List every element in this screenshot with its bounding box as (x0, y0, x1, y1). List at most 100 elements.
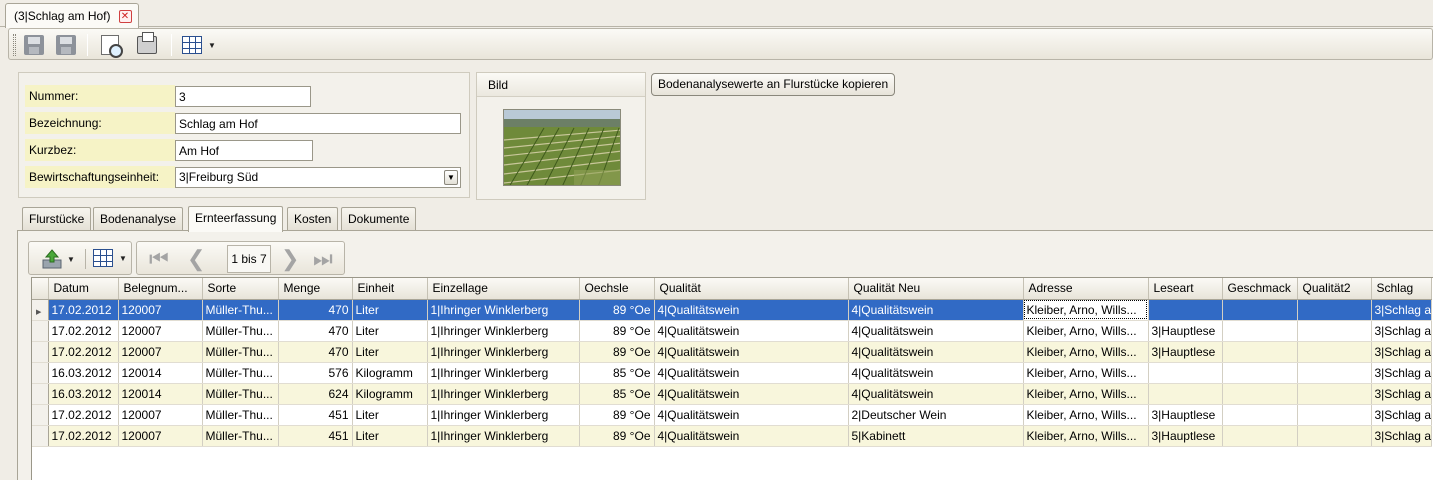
table-cell[interactable] (1297, 404, 1372, 426)
tab-bodenanalyse[interactable]: Bodenanalyse (93, 207, 184, 231)
row-selector[interactable] (32, 404, 49, 426)
bewirtschaftung-select[interactable]: 3|Freiburg Süd ▼ (175, 167, 461, 188)
table-cell[interactable]: 1|Ihringer Winklerberg (427, 404, 580, 426)
table-cell[interactable]: 89 °Oe (579, 404, 655, 426)
table-cell[interactable]: Kleiber, Arno, Wills... (1023, 404, 1149, 426)
table-row[interactable]: 17.02.2012 120007 Müller-Thu... 470 Liter 1|I… (32, 320, 1432, 342)
table-cell[interactable]: Müller-Thu... (202, 404, 279, 426)
first-page-icon[interactable]: ⏮ (149, 248, 169, 270)
column-header[interactable]: Oechsle (579, 278, 655, 300)
table-cell[interactable]: Kilogramm (352, 383, 428, 405)
print-preview-button[interactable] (97, 32, 123, 58)
table-row[interactable]: 17.02.2012 120007 Müller-Thu... 470 Liter 1|I… (32, 341, 1432, 363)
table-cell[interactable]: 3|Hauptlese (1148, 404, 1223, 426)
table-cell[interactable]: Liter (352, 320, 428, 342)
table-cell[interactable]: Müller-Thu... (202, 320, 279, 342)
table-cell[interactable] (1148, 362, 1223, 384)
table-cell[interactable]: 4|Qualitätswein (654, 341, 849, 363)
table-cell[interactable]: Kleiber, Arno, Wills... (1023, 425, 1149, 447)
nummer-input[interactable] (175, 86, 311, 107)
table-cell[interactable]: 3|Hauptlese (1148, 341, 1223, 363)
table-cell[interactable]: 3|Hauptlese (1148, 320, 1223, 342)
table-cell[interactable]: 3|Schlag a (1371, 404, 1432, 426)
table-cell[interactable]: 470 (278, 341, 353, 363)
row-selector[interactable] (32, 341, 49, 363)
vineyard-photo[interactable] (503, 109, 621, 186)
table-cell[interactable]: 1|Ihringer Winklerberg (427, 383, 580, 405)
table-cell[interactable]: 470 (278, 299, 353, 321)
table-cell[interactable]: 4|Qualitätswein (848, 341, 1024, 363)
row-selector[interactable] (32, 362, 49, 384)
column-header[interactable]: Belegnum... (118, 278, 203, 300)
table-row[interactable]: ▶ 17.02.2012 120007 Müller-Thu... 470 Liter 1|… (32, 299, 1432, 321)
table-cell[interactable]: 4|Qualitätswein (654, 299, 849, 321)
table-cell[interactable] (1297, 341, 1372, 363)
table-cell[interactable]: 17.02.2012 (48, 404, 119, 426)
copy-soil-values-button[interactable]: Bodenanalysewerte an Flurstücke kopieren (651, 73, 896, 96)
save-button[interactable] (53, 32, 79, 58)
table-cell[interactable]: 16.03.2012 (48, 362, 119, 384)
table-cell[interactable]: Müller-Thu... (202, 341, 279, 363)
column-header[interactable]: Qualität Neu (848, 278, 1024, 300)
table-cell[interactable]: 120007 (118, 299, 203, 321)
table-cell[interactable]: 576 (278, 362, 353, 384)
column-header[interactable]: Datum (48, 278, 119, 300)
table-cell[interactable]: 89 °Oe (579, 299, 655, 321)
row-selector-header[interactable] (32, 278, 49, 300)
table-row[interactable]: 16.03.2012 120014 Müller-Thu... 576 Kilogram… (32, 362, 1432, 384)
table-cell[interactable]: Kilogramm (352, 362, 428, 384)
table-cell[interactable]: 120007 (118, 341, 203, 363)
table-cell[interactable] (1222, 383, 1298, 405)
table-cell[interactable]: 1|Ihringer Winklerberg (427, 362, 580, 384)
save-close-button[interactable] (21, 32, 47, 58)
tab-dokumente[interactable]: Dokumente (341, 207, 417, 231)
table-cell[interactable]: Liter (352, 404, 428, 426)
table-cell[interactable]: 1|Ihringer Winklerberg (427, 320, 580, 342)
table-cell[interactable]: 470 (278, 320, 353, 342)
table-cell[interactable]: Liter (352, 425, 428, 447)
table-cell[interactable]: 85 °Oe (579, 383, 655, 405)
table-cell[interactable]: 4|Qualitätswein (654, 362, 849, 384)
table-cell[interactable]: Müller-Thu... (202, 383, 279, 405)
table-cell[interactable]: 120014 (118, 362, 203, 384)
column-header[interactable]: Menge (278, 278, 353, 300)
row-selector[interactable] (32, 383, 49, 405)
table-cell[interactable]: 3|Schlag a (1371, 383, 1432, 405)
table-cell[interactable]: 451 (278, 425, 353, 447)
bezeichnung-input[interactable] (175, 113, 461, 134)
table-cell[interactable]: 4|Qualitätswein (848, 299, 1024, 321)
table-cell[interactable] (1297, 362, 1372, 384)
table-cell[interactable]: 4|Qualitätswein (848, 362, 1024, 384)
table-cell[interactable]: 17.02.2012 (48, 341, 119, 363)
table-cell[interactable]: 3|Schlag a (1371, 341, 1432, 363)
row-selector[interactable] (32, 320, 49, 342)
table-cell[interactable]: 5|Kabinett (848, 425, 1024, 447)
column-header[interactable]: Geschmack (1222, 278, 1298, 300)
table-cell[interactable]: 120007 (118, 425, 203, 447)
table-cell[interactable]: 17.02.2012 (48, 320, 119, 342)
column-header[interactable]: Qualität (654, 278, 849, 300)
table-cell[interactable]: 17.02.2012 (48, 299, 119, 321)
next-page-icon[interactable]: ❯ (281, 248, 299, 270)
table-cell[interactable]: 17.02.2012 (48, 425, 119, 447)
export-dropdown[interactable]: ▼ (41, 248, 75, 270)
column-header[interactable]: Leseart (1148, 278, 1223, 300)
tab-kosten[interactable]: Kosten (287, 207, 339, 231)
row-selector[interactable]: ▶ (32, 299, 49, 321)
table-cell[interactable]: Kleiber, Arno, Wills... (1023, 383, 1149, 405)
table-row[interactable]: 16.03.2012 120014 Müller-Thu... 624 Kilogram… (32, 383, 1432, 405)
table-cell[interactable]: Müller-Thu... (202, 425, 279, 447)
table-cell[interactable]: Kleiber, Arno, Wills... (1023, 320, 1149, 342)
table-cell[interactable]: 1|Ihringer Winklerberg (427, 425, 580, 447)
column-header[interactable]: Qualität2 (1297, 278, 1372, 300)
table-cell[interactable]: 85 °Oe (579, 362, 655, 384)
column-header[interactable]: Einheit (352, 278, 428, 300)
table-cell[interactable] (1222, 341, 1298, 363)
table-cell[interactable]: 120007 (118, 320, 203, 342)
table-cell[interactable]: 4|Qualitätswein (654, 425, 849, 447)
grid-layout-dropdown[interactable]: ▼ (179, 32, 219, 58)
grid-layout-dropdown[interactable]: ▼ (93, 249, 127, 267)
table-row[interactable]: 17.02.2012 120007 Müller-Thu... 451 Liter 1|I… (32, 425, 1432, 447)
table-cell[interactable] (1148, 383, 1223, 405)
table-cell[interactable] (1297, 320, 1372, 342)
